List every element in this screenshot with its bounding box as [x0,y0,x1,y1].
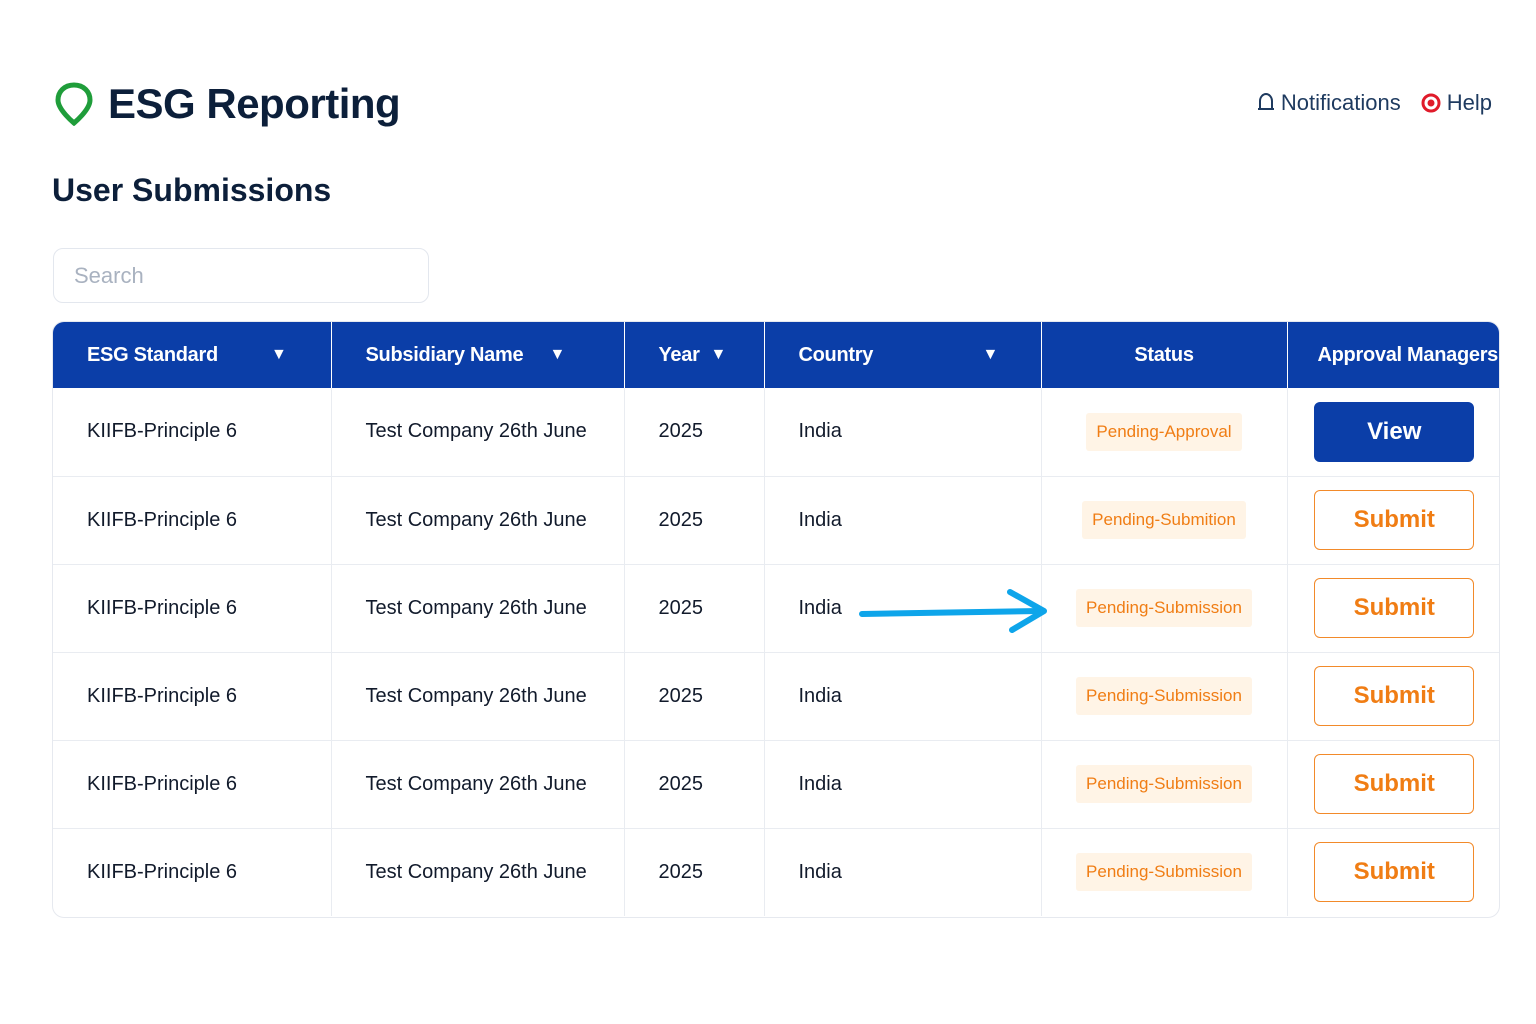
help-label: Help [1446,90,1492,115]
column-header-subsidiary-name[interactable]: Subsidiary Name ▼ [331,322,625,388]
cell-esg-standard: KIIFB-Principle 6 [53,740,332,828]
sort-caret-icon[interactable]: ▼ [550,346,566,364]
status-badge: Pending-Submission [1076,853,1252,892]
cell-esg-standard: KIIFB-Principle 6 [53,388,332,476]
table-row: KIIFB-Principle 6 Test Company 26th June… [53,828,1499,916]
cell-status: Pending-Submission [1041,740,1288,828]
status-badge: Pending-Submission [1076,589,1252,627]
page-title: User Submissions [52,172,332,208]
column-header-status: Status [1041,322,1288,388]
status-badge: Pending-Submition [1082,501,1246,539]
submit-button[interactable]: Submit [1314,578,1475,638]
cell-year: 2025 [624,828,765,916]
cell-country: India [764,652,1042,740]
cell-year: 2025 [624,652,765,740]
cell-year: 2025 [624,564,765,652]
cell-action: Submit [1287,652,1499,740]
cell-year: 2025 [624,388,765,476]
status-badge: Pending-Approval [1086,412,1242,451]
cell-action: Submit [1287,828,1499,916]
cell-status: Pending-Submission [1041,564,1288,652]
cell-country: India [764,740,1042,828]
submissions-table: ESG Standard ▼ Subsidiary Name ▼ Year ▼ … [52,321,1500,918]
status-badge: Pending-Submission [1076,765,1252,803]
sort-caret-icon[interactable]: ▼ [711,346,727,364]
cell-country: India [764,564,1042,652]
table-header-row: ESG Standard ▼ Subsidiary Name ▼ Year ▼ … [53,322,1499,388]
table-row: KIIFB-Principle 6 Test Company 26th June… [53,476,1499,564]
cell-country: India [764,388,1042,476]
bell-icon [1257,92,1274,110]
column-label: Year [658,343,700,366]
search-input[interactable] [53,248,429,303]
cell-action: View [1287,388,1499,476]
cell-esg-standard: KIIFB-Principle 6 [53,652,332,740]
view-button[interactable]: View [1314,401,1475,462]
cell-status: Pending-Submission [1041,828,1288,916]
sort-caret-icon[interactable]: ▼ [271,346,287,364]
table-row: KIIFB-Principle 6 Test Company 26th June… [53,652,1499,740]
cell-status: Pending-Submition [1041,476,1288,564]
cell-action: Submit [1287,564,1499,652]
cell-country: India [764,828,1042,916]
cell-subsidiary-name: Test Company 26th June [331,564,625,652]
submit-button[interactable]: Submit [1314,842,1475,903]
brand: ESG Reporting [54,80,401,128]
column-header-year[interactable]: Year ▼ [624,322,765,388]
cell-esg-standard: KIIFB-Principle 6 [53,564,332,652]
cell-action: Submit [1287,476,1499,564]
submit-button[interactable]: Submit [1314,490,1475,550]
cell-subsidiary-name: Test Company 26th June [331,388,625,476]
cell-subsidiary-name: Test Company 26th June [331,652,625,740]
cell-status: Pending-Approval [1041,388,1288,476]
submit-button[interactable]: Submit [1314,754,1475,814]
cell-esg-standard: KIIFB-Principle 6 [53,476,332,564]
app-header: ESG Reporting Notifications Help [54,80,1492,136]
status-badge: Pending-Submission [1076,677,1252,715]
cell-status: Pending-Submission [1041,652,1288,740]
table-row: KIIFB-Principle 6 Test Company 26th June… [53,388,1499,476]
header-actions: Notifications Help [1257,90,1492,116]
column-header-approval-managers: Approval Managers [1317,343,1499,366]
cell-action: Submit [1287,740,1499,828]
cell-year: 2025 [624,476,765,564]
table-row: KIIFB-Principle 6 Test Company 26th June… [53,740,1499,828]
column-header-esg-standard[interactable]: ESG Standard ▼ [53,322,332,388]
cell-subsidiary-name: Test Company 26th June [331,828,625,916]
help-icon [1421,93,1441,113]
help-link[interactable]: Help [1421,90,1492,116]
cell-subsidiary-name: Test Company 26th June [331,740,625,828]
cell-esg-standard: KIIFB-Principle 6 [53,828,332,916]
notifications-label: Notifications [1280,90,1401,115]
column-label: Subsidiary Name [365,343,524,366]
location-pin-icon [55,82,93,126]
cell-subsidiary-name: Test Company 26th June [331,476,625,564]
table-row: KIIFB-Principle 6 Test Company 26th June… [53,564,1499,652]
submit-button[interactable]: Submit [1314,666,1475,726]
column-header-country[interactable]: Country ▼ [764,322,1042,388]
cell-country: India [764,476,1042,564]
column-label: ESG Standard [87,343,218,366]
sort-caret-icon[interactable]: ▼ [983,346,999,364]
cell-year: 2025 [624,740,765,828]
app-title: ESG Reporting [108,80,401,127]
notifications-link[interactable]: Notifications [1257,90,1401,116]
column-label: Country [798,343,874,366]
